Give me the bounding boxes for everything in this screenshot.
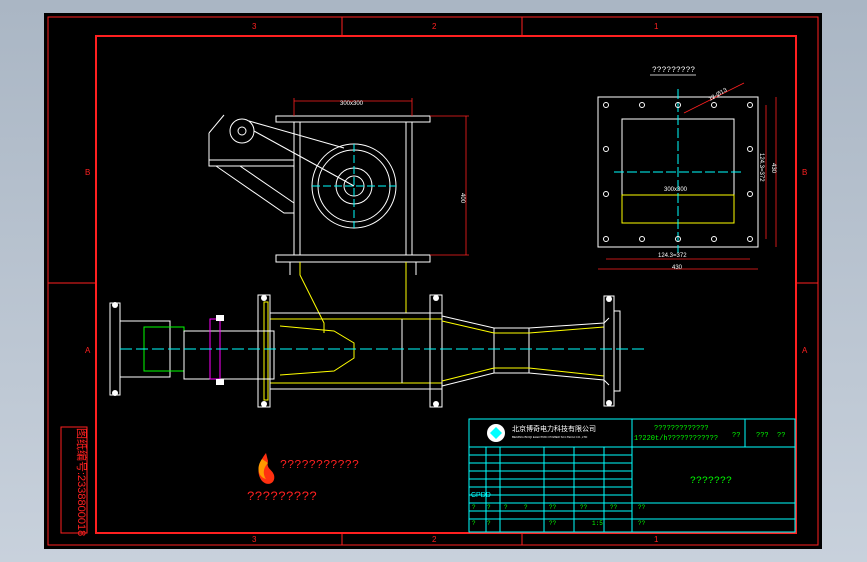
zone-label-left: B <box>85 168 90 177</box>
dim-inner-opening: 300x300 <box>664 187 688 193</box>
zone-label-right: B <box>802 168 807 177</box>
row-cell: ? <box>504 504 508 511</box>
drawing-name: ??????? <box>690 476 732 487</box>
company-name-en: BEIJING BOQI ELECTRIC POWER SCI-TECH CO.… <box>512 435 588 439</box>
drawing-title-1: ????????????? <box>654 425 709 433</box>
title-cell-c: ?? <box>777 432 785 440</box>
logo-brand-text: ??????????? <box>280 458 359 472</box>
scale-cell: 1:5 <box>592 520 603 527</box>
row-cell: ?? <box>610 504 618 511</box>
zone-label-bottom: 3 <box>252 535 257 544</box>
row-cell: ? <box>524 504 528 511</box>
row-cell: ?? <box>580 504 588 511</box>
bottom-cell: ?? <box>638 520 646 527</box>
dim-top-opening: 300x300 <box>340 101 364 107</box>
company-name-cn: 北京博奇电力科技有限公司 <box>512 424 596 433</box>
row-cell: ?? <box>549 504 557 511</box>
flange-view-title: ????????? <box>652 66 695 75</box>
zone-label-top: 3 <box>252 22 257 31</box>
dim-hole-spec: 12-Ø13 <box>708 87 729 103</box>
zone-label-top: 1 <box>654 22 659 31</box>
inner-frame <box>95 35 797 534</box>
row-cell: ? <box>472 504 476 511</box>
dim-pitch-vertical: 124.3=372 <box>758 153 764 182</box>
dim-height: 400 <box>459 193 465 204</box>
zone-label-top: 2 <box>432 22 437 31</box>
bottom-cell: ? <box>487 520 491 527</box>
title-cell-b: ??? <box>756 432 769 440</box>
outer-frame <box>47 16 819 546</box>
row-cell: ? <box>487 504 491 511</box>
flange-plan-view <box>597 89 759 253</box>
zone-label-right: A <box>802 346 808 355</box>
zone-label-bottom: 2 <box>432 535 437 544</box>
logo-caption: ????????? <box>247 489 317 504</box>
drawing-title-2: 1?220t/h???????????? <box>634 435 718 443</box>
ejector-pipe <box>109 262 644 408</box>
title-cell-a: ?? <box>732 432 740 440</box>
bottom-cell: ?? <box>549 520 557 527</box>
flange-bolts <box>112 295 612 407</box>
dim-outer-horizontal: 430 <box>672 265 683 271</box>
dim-pitch-horizontal: 124.3=372 <box>658 253 687 259</box>
row-cell: ?? <box>638 504 646 511</box>
side-stamp: 图纸编号:2338800018 <box>75 428 89 536</box>
flame-logo <box>258 453 275 484</box>
drawing-canvas: 3 2 1 3 2 1 B A B A 图纸编号:2338800018 300x… <box>47 16 819 546</box>
cpdd-label: CPDD <box>471 492 491 499</box>
drawing-sheet[interactable]: 3 2 1 3 2 1 B A B A 图纸编号:2338800018 300x… <box>44 13 822 549</box>
bottom-cell: ? <box>472 520 476 527</box>
dim-outer-vertical: 430 <box>770 163 776 174</box>
cad-viewport: 3 2 1 3 2 1 B A B A 图纸编号:2338800018 300x… <box>0 0 867 562</box>
hopper-assembly <box>208 114 431 263</box>
zone-label-bottom: 1 <box>654 535 659 544</box>
zone-label-left: A <box>85 346 91 355</box>
